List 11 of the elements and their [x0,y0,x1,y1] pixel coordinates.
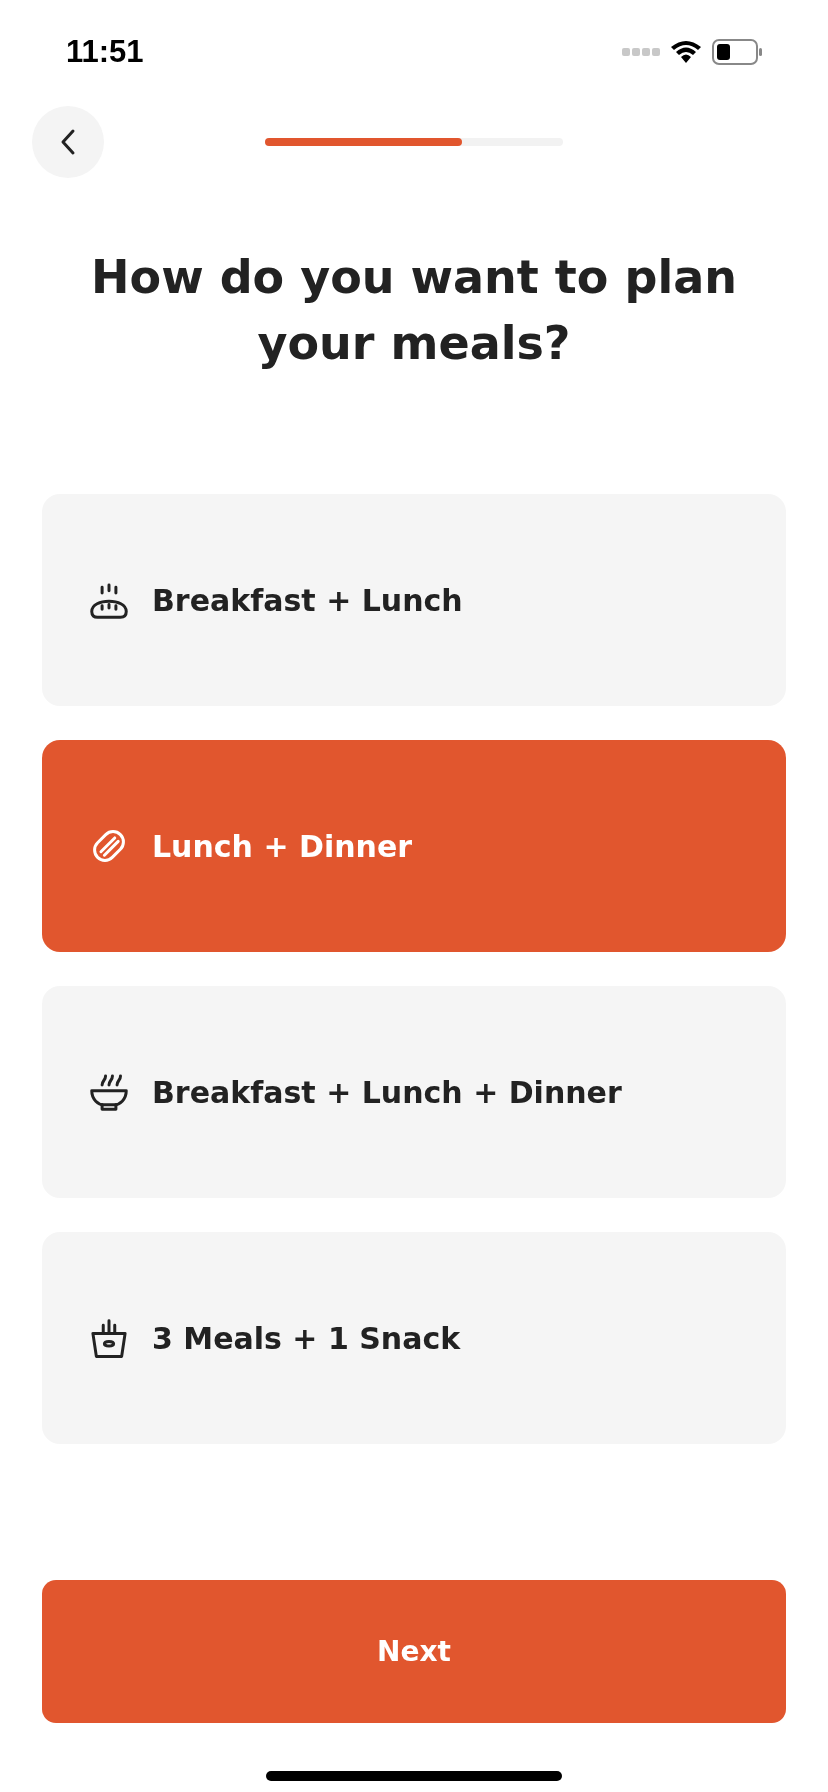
status-time: 11:51 [66,32,144,71]
meal-plan-option[interactable]: Lunch + Dinner [42,740,786,952]
next-button[interactable]: Next [42,1580,786,1723]
wifi-icon [670,40,702,64]
back-icon [60,128,76,156]
meal-plan-option[interactable]: 3 Meals + 1 Snack [42,1232,786,1444]
battery-icon [712,39,762,65]
meal-plan-option[interactable]: Breakfast + Lunch + Dinner [42,986,786,1198]
meal-plan-option[interactable]: Breakfast + Lunch [42,494,786,706]
signal-icon [622,47,660,57]
page-title: How do you want to plan your meals? [90,249,738,372]
